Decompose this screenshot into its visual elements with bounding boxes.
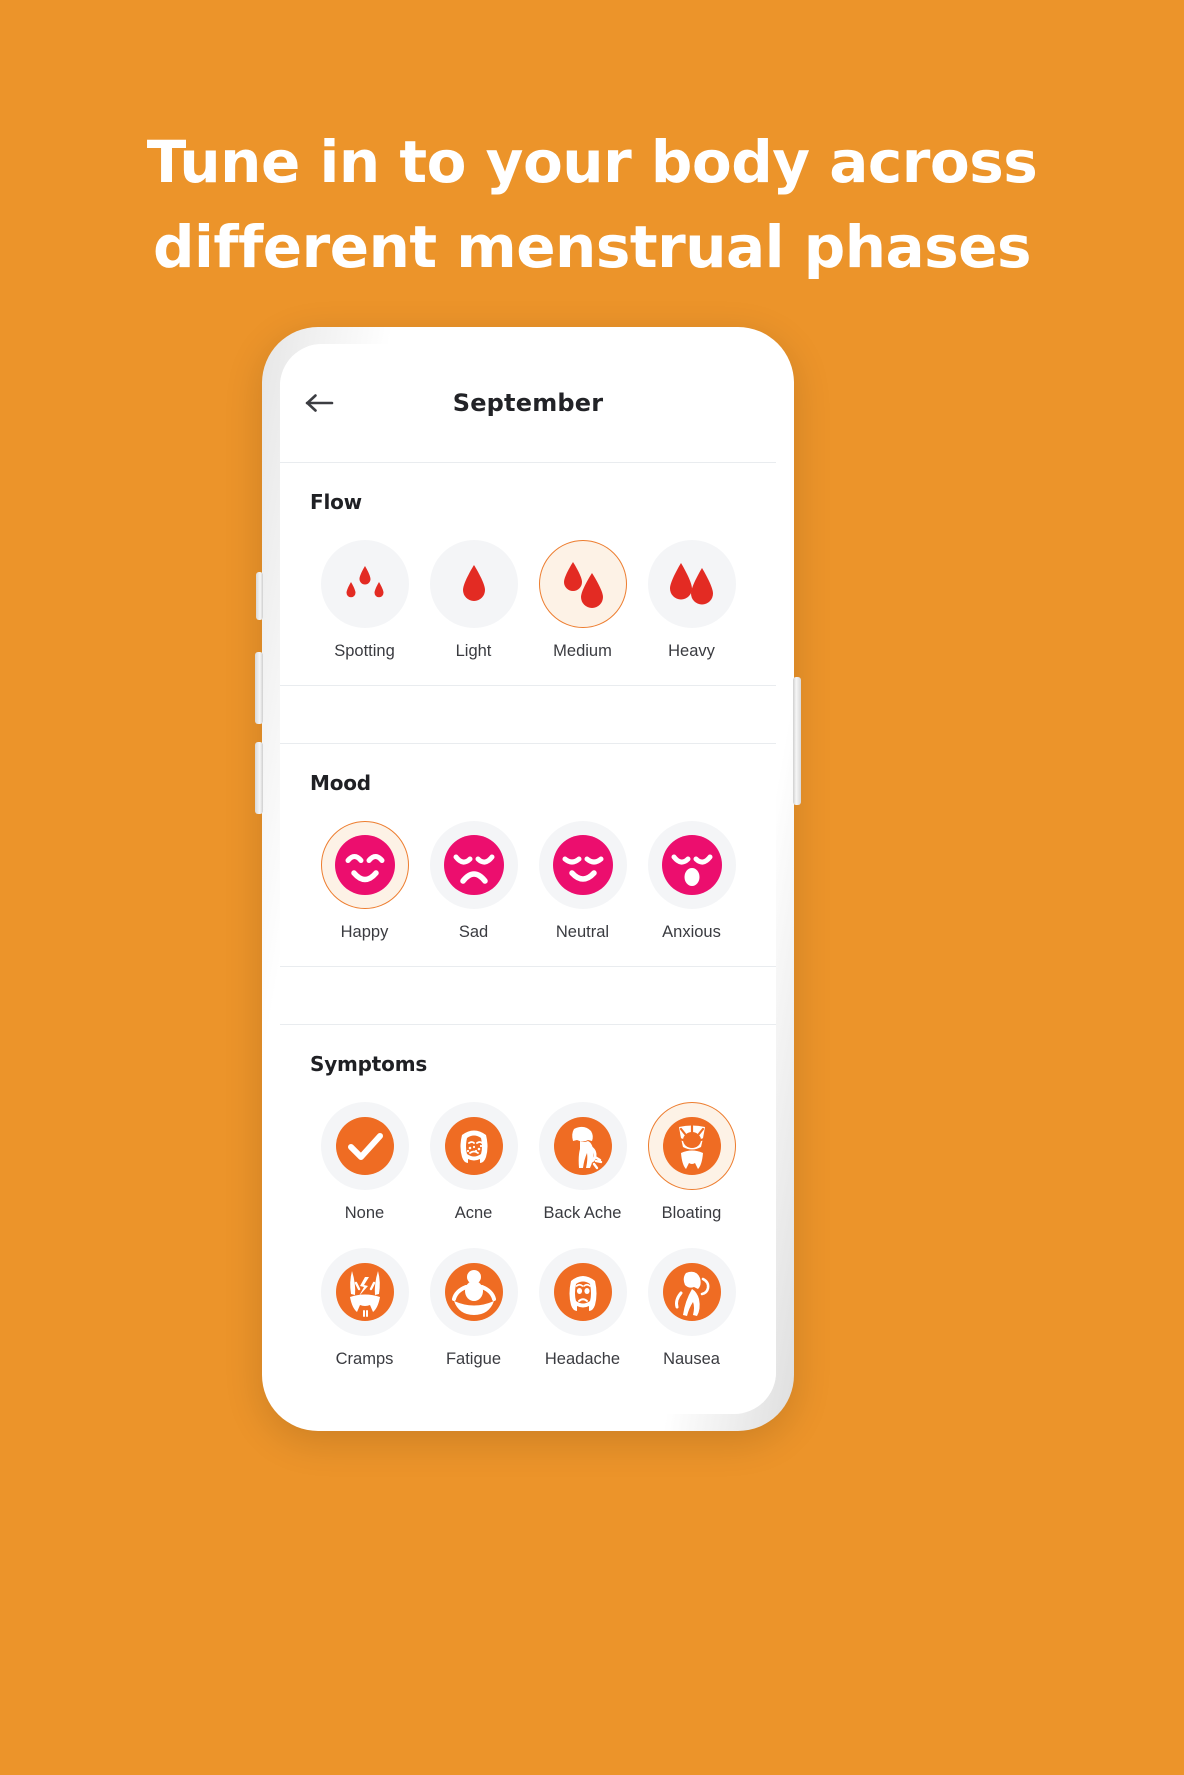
two-blood-drops-icon: [563, 562, 603, 608]
phone-power-button[interactable]: [793, 677, 801, 805]
three-small-blood-drops-icon: [346, 566, 383, 598]
flow-options-grid: Spotting Light Medium Heavy: [310, 540, 746, 661]
mood-bubble: [538, 821, 627, 909]
symptom-option-headache[interactable]: Headache: [528, 1248, 637, 1369]
headline-line-2: different menstrual phases: [152, 213, 1032, 281]
anxious-face-icon: [661, 835, 722, 895]
phone-volume-down-button[interactable]: [255, 742, 263, 814]
mood-label: Happy: [340, 923, 389, 941]
headache-face-icon: [553, 1263, 612, 1321]
flow-bubble: [320, 540, 409, 628]
symptom-bubble: [320, 1248, 409, 1336]
flow-bubble: [429, 540, 518, 628]
flow-label: Light: [455, 642, 492, 660]
fatigue-person-icon: [444, 1263, 503, 1321]
symptom-label: Cramps: [335, 1350, 394, 1368]
mood-option-neutral[interactable]: Neutral: [528, 821, 637, 942]
symptom-label: Acne: [454, 1204, 493, 1222]
flow-label: Heavy: [668, 642, 715, 660]
flow-bubble: [538, 540, 627, 628]
symptom-label: Headache: [544, 1350, 621, 1368]
symptom-bubble: [429, 1248, 518, 1336]
symptom-option-cramps[interactable]: Cramps: [310, 1248, 419, 1369]
section-title-symptoms: Symptoms: [310, 1052, 428, 1076]
back-ache-woman-icon: [553, 1117, 612, 1175]
flow-option-light[interactable]: Light: [419, 540, 528, 661]
phone-volume-up-button[interactable]: [255, 652, 263, 724]
symptom-label: Nausea: [663, 1350, 720, 1368]
section-gap-1: [280, 686, 776, 743]
symptom-bubble: [647, 1102, 736, 1190]
one-blood-drop-icon: [462, 565, 485, 601]
symptom-label: Back Ache: [543, 1204, 622, 1222]
symptom-label: Bloating: [661, 1204, 722, 1222]
symptom-options-grid: None Acne Back Ache Bloating Cramps Fati…: [310, 1102, 746, 1369]
flow-label: Medium: [553, 642, 612, 660]
page-title: September: [452, 389, 604, 417]
symptom-option-back-ache[interactable]: Back Ache: [528, 1102, 637, 1223]
phone-silent-switch[interactable]: [256, 572, 263, 620]
symptom-bubble: [647, 1248, 736, 1336]
mood-bubble: [429, 821, 518, 909]
phone-mockup: September Flow Spotting Light Medium Hea…: [255, 327, 801, 1431]
acne-face-icon: [444, 1117, 503, 1175]
arrow-left-icon: [305, 394, 334, 412]
symptom-bubble: [429, 1102, 518, 1190]
two-large-blood-drops-icon: [669, 563, 713, 605]
mood-option-happy[interactable]: Happy: [310, 821, 419, 942]
symptom-option-none[interactable]: None: [310, 1102, 419, 1223]
flow-bubble: [647, 540, 736, 628]
phone-screen: September Flow Spotting Light Medium Hea…: [280, 344, 776, 1414]
mood-options-grid: Happy Sad Neutral Anxious: [310, 821, 746, 942]
bloating-belly-icon: [662, 1117, 721, 1175]
mood-option-anxious[interactable]: Anxious: [637, 821, 746, 942]
flow-label: Spotting: [334, 642, 395, 660]
flow-option-medium[interactable]: Medium: [528, 540, 637, 661]
happy-face-icon: [334, 835, 395, 895]
symptom-option-acne[interactable]: Acne: [419, 1102, 528, 1223]
symptom-label: None: [344, 1204, 385, 1222]
cramps-torso-icon: [335, 1263, 394, 1321]
app-header: September: [280, 344, 776, 462]
section-title-mood: Mood: [310, 771, 371, 795]
symptom-bubble: [320, 1102, 409, 1190]
neutral-face-icon: [552, 835, 613, 895]
section-title-flow: Flow: [310, 490, 362, 514]
symptom-bubble: [538, 1102, 627, 1190]
flow-option-spotting[interactable]: Spotting: [310, 540, 419, 661]
nausea-person-icon: [662, 1263, 721, 1321]
symptom-option-fatigue[interactable]: Fatigue: [419, 1248, 528, 1369]
flow-option-heavy[interactable]: Heavy: [637, 540, 746, 661]
back-button[interactable]: [302, 385, 338, 421]
mood-bubble: [647, 821, 736, 909]
checkmark-icon: [335, 1117, 394, 1175]
symptom-option-bloating[interactable]: Bloating: [637, 1102, 746, 1223]
section-mood: Mood Happy Sad Neutral Anxious: [280, 744, 776, 966]
sad-face-icon: [443, 835, 504, 895]
section-gap-2: [280, 967, 776, 1024]
mood-option-sad[interactable]: Sad: [419, 821, 528, 942]
mood-label: Sad: [458, 923, 489, 941]
symptom-label: Fatigue: [445, 1350, 502, 1368]
section-symptoms: Symptoms None Acne Back Ache Bloating Cr…: [280, 1025, 776, 1393]
symptom-bubble: [538, 1248, 627, 1336]
mood-label: Neutral: [555, 923, 610, 941]
page-headline: Tune in to your body across different me…: [0, 120, 1184, 290]
section-flow: Flow Spotting Light Medium Heavy: [280, 463, 776, 685]
mood-bubble: [320, 821, 409, 909]
headline-line-1: Tune in to your body across: [146, 128, 1038, 196]
symptom-option-nausea[interactable]: Nausea: [637, 1248, 746, 1369]
mood-label: Anxious: [662, 923, 721, 941]
